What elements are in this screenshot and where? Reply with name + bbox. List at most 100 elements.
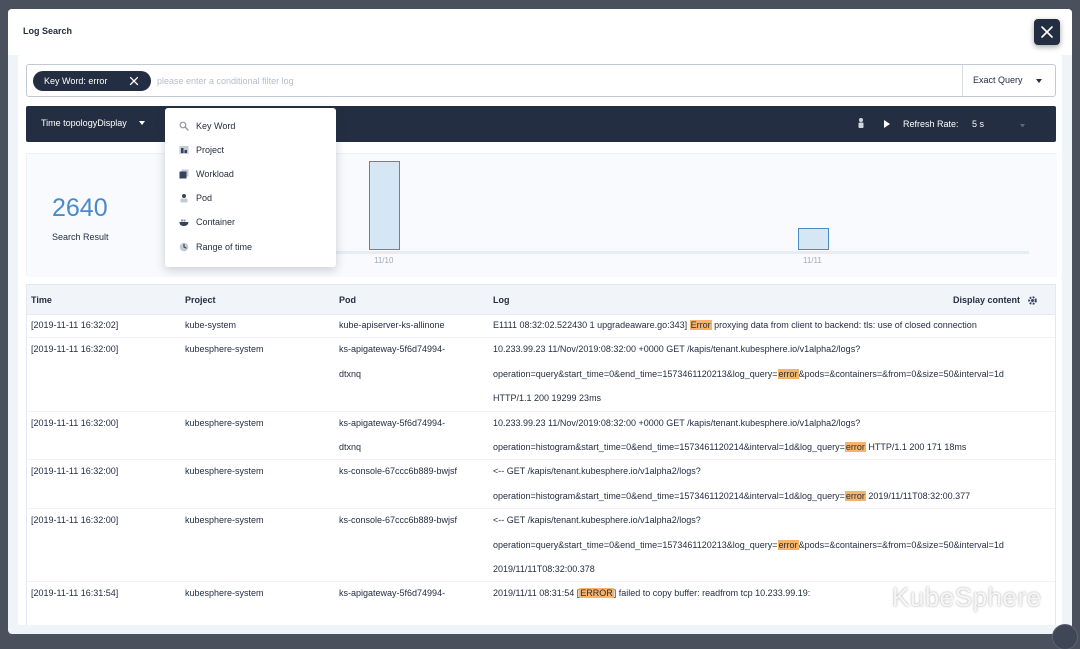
chip-close-icon[interactable]: [129, 76, 139, 86]
cell-pod: ks-console-67ccc6b889-bwjsf: [339, 466, 458, 477]
keyword-highlight: Error: [689, 320, 712, 330]
row-divider: [27, 337, 1055, 339]
cell-log-line: operation=query&start_time=0&end_time=15…: [493, 539, 1004, 551]
log-text: operation=query&start_time=0&end_time=15…: [493, 368, 778, 379]
log-table: Time Project Pod Log Display content [20…: [26, 284, 1056, 625]
cell-log-line: 2019/11/11T08:32:00.378: [493, 563, 595, 575]
cell-pod: ks-console-67ccc6b889-bwjsf: [339, 515, 458, 526]
col-time-header: Time: [31, 295, 52, 305]
cell-time: [2019-11-11 16:32:02]: [31, 320, 119, 330]
col-log-header: Log: [493, 295, 510, 305]
x-tick-label: 11/11: [803, 256, 822, 265]
display-content-button[interactable]: Display content: [953, 295, 1020, 305]
cell-log-line: E1111 08:32:02.522430 1 upgradeaware.go:…: [493, 319, 977, 331]
cell-pod: ks-apigateway-5f6d74994-: [339, 344, 446, 355]
search-bar: Key Word: error Exact Query: [26, 64, 1056, 97]
close-icon: [1041, 26, 1053, 38]
log-text: &pods=&containers=&from=0&size=50&interv…: [798, 368, 1004, 379]
log-text: 10.233.99.23 11/Nov/2019:08:32:00 +0000 …: [493, 417, 861, 428]
filter-type-dropdown: Key Word Project Workload Pod Container …: [165, 108, 336, 267]
modal-header: Log Search: [8, 9, 1072, 55]
caret-down-icon: [139, 121, 145, 125]
query-mode-select[interactable]: Exact Query: [962, 65, 1056, 96]
cell-log-line: operation=histogram&start_time=0&end_tim…: [493, 490, 970, 502]
cell-project: kubesphere-system: [185, 417, 264, 428]
histogram-baseline: [321, 251, 1029, 254]
row-divider: [27, 508, 1055, 510]
refresh-chevron-icon: [1020, 124, 1025, 127]
cell-log-line: operation=histogram&start_time=0&end_tim…: [493, 441, 966, 453]
filter-chip-label: Key Word: error: [44, 76, 108, 86]
histogram-bar[interactable]: [798, 227, 829, 250]
cell-log-line: HTTP/1.1 200 19299 23ms: [493, 392, 601, 404]
log-text: 2019/11/11 08:31:54 [: [493, 588, 580, 599]
refresh-rate-label: Refresh Rate:: [903, 119, 959, 129]
log-text: &pods=&containers=&from=0&size=50&interv…: [798, 539, 1004, 550]
log-text: 2019/11/11T08:32:00.378: [493, 564, 595, 574]
histogram-bar[interactable]: [369, 161, 400, 250]
log-text: E1111 08:32:02.522430 1 upgradeaware.go:…: [493, 320, 690, 330]
log-table-header: Time Project Pod Log Display content: [27, 285, 1055, 315]
log-text: <-- GET /kapis/tenant.kubesphere.io/v1al…: [493, 466, 701, 477]
cell-log-line: 10.233.99.23 11/Nov/2019:08:32:00 +0000 …: [493, 417, 860, 429]
modal-title: Log Search: [23, 26, 73, 36]
close-button[interactable]: [1034, 19, 1060, 45]
help-icon[interactable]: [1052, 624, 1078, 649]
topology-display-toggle[interactable]: Time topologyDisplay: [41, 118, 145, 128]
log-text: HTTP/1.1 200 171 18ms: [865, 442, 967, 452]
keyword-highlight: error: [777, 368, 799, 379]
x-tick-label: 11/10: [374, 256, 394, 265]
container-icon: [179, 219, 189, 226]
gear-icon[interactable]: [1027, 295, 1038, 306]
log-text: <-- GET /kapis/tenant.kubesphere.io/v1al…: [493, 515, 701, 526]
query-mode-label: Exact Query: [973, 75, 1023, 85]
cell-log-line: <-- GET /kapis/tenant.kubesphere.io/v1al…: [493, 465, 701, 477]
cell-time: [2019-11-11 16:32:00]: [31, 466, 119, 477]
topology-display-label: Time topologyDisplay: [41, 118, 127, 128]
log-text: proxying data from client to backend: tl…: [711, 320, 977, 330]
search-result-label: Search Result: [52, 232, 109, 242]
cell-project: kube-system: [185, 320, 237, 330]
row-divider: [27, 410, 1055, 412]
cell-project: kubesphere-system: [185, 466, 264, 477]
cell-pod: dtxnq: [339, 442, 362, 452]
cell-time: [2019-11-11 16:32:00]: [31, 344, 119, 355]
user-icon[interactable]: [857, 117, 865, 129]
keyword-highlight: error: [844, 442, 866, 452]
keyword-highlight: error: [777, 539, 799, 550]
log-search-modal: Log Search Key Word: error Exact Query T: [8, 9, 1072, 634]
log-text: operation=histogram&start_time=0&end_tim…: [493, 442, 845, 452]
cell-log-line: 10.233.99.23 11/Nov/2019:08:32:00 +0000 …: [493, 343, 860, 355]
workload-icon: [179, 169, 189, 179]
log-text: HTTP/1.1 200 19299 23ms: [493, 393, 602, 404]
row-divider: [27, 459, 1055, 461]
keyword-highlight: error: [844, 490, 866, 501]
cell-time: [2019-11-11 16:32:00]: [31, 515, 119, 526]
cell-log-line: operation=query&start_time=0&end_time=15…: [493, 368, 1004, 380]
log-text: operation=query&start_time=0&end_time=15…: [493, 539, 778, 550]
play-icon[interactable]: [884, 120, 890, 128]
log-text: 10.233.99.23 11/Nov/2019:08:32:00 +0000 …: [493, 344, 861, 355]
clock-icon: [179, 242, 189, 252]
chevron-down-icon: [1036, 79, 1042, 83]
cell-project: kubesphere-system: [185, 344, 264, 355]
search-icon: [179, 121, 189, 131]
cell-project: kubesphere-system: [185, 588, 264, 599]
pod-icon: [180, 194, 188, 203]
col-project-header: Project: [185, 295, 216, 305]
cell-pod: dtxnq: [339, 368, 362, 379]
filter-log-input[interactable]: [157, 71, 957, 91]
project-icon: [179, 146, 189, 154]
col-pod-header: Pod: [339, 295, 356, 305]
cell-log-line: <-- GET /kapis/tenant.kubesphere.io/v1al…: [493, 514, 701, 526]
log-text: ] failed to copy buffer: readfrom tcp 10…: [613, 588, 811, 599]
wechat-logo-icon: [842, 583, 880, 611]
log-text: 2019/11/11T08:32:00.377: [865, 490, 971, 501]
log-text: operation=histogram&start_time=0&end_tim…: [493, 490, 845, 501]
cell-time: [2019-11-11 16:32:00]: [31, 417, 119, 428]
filter-chip-keyword: Key Word: error: [33, 71, 151, 91]
watermark-text: KubeSphere: [892, 582, 1042, 612]
cell-pod: ks-apigateway-5f6d74994-: [339, 417, 446, 428]
refresh-rate-select[interactable]: 5 s: [972, 119, 984, 129]
cell-pod: ks-apigateway-5f6d74994-: [339, 588, 446, 599]
